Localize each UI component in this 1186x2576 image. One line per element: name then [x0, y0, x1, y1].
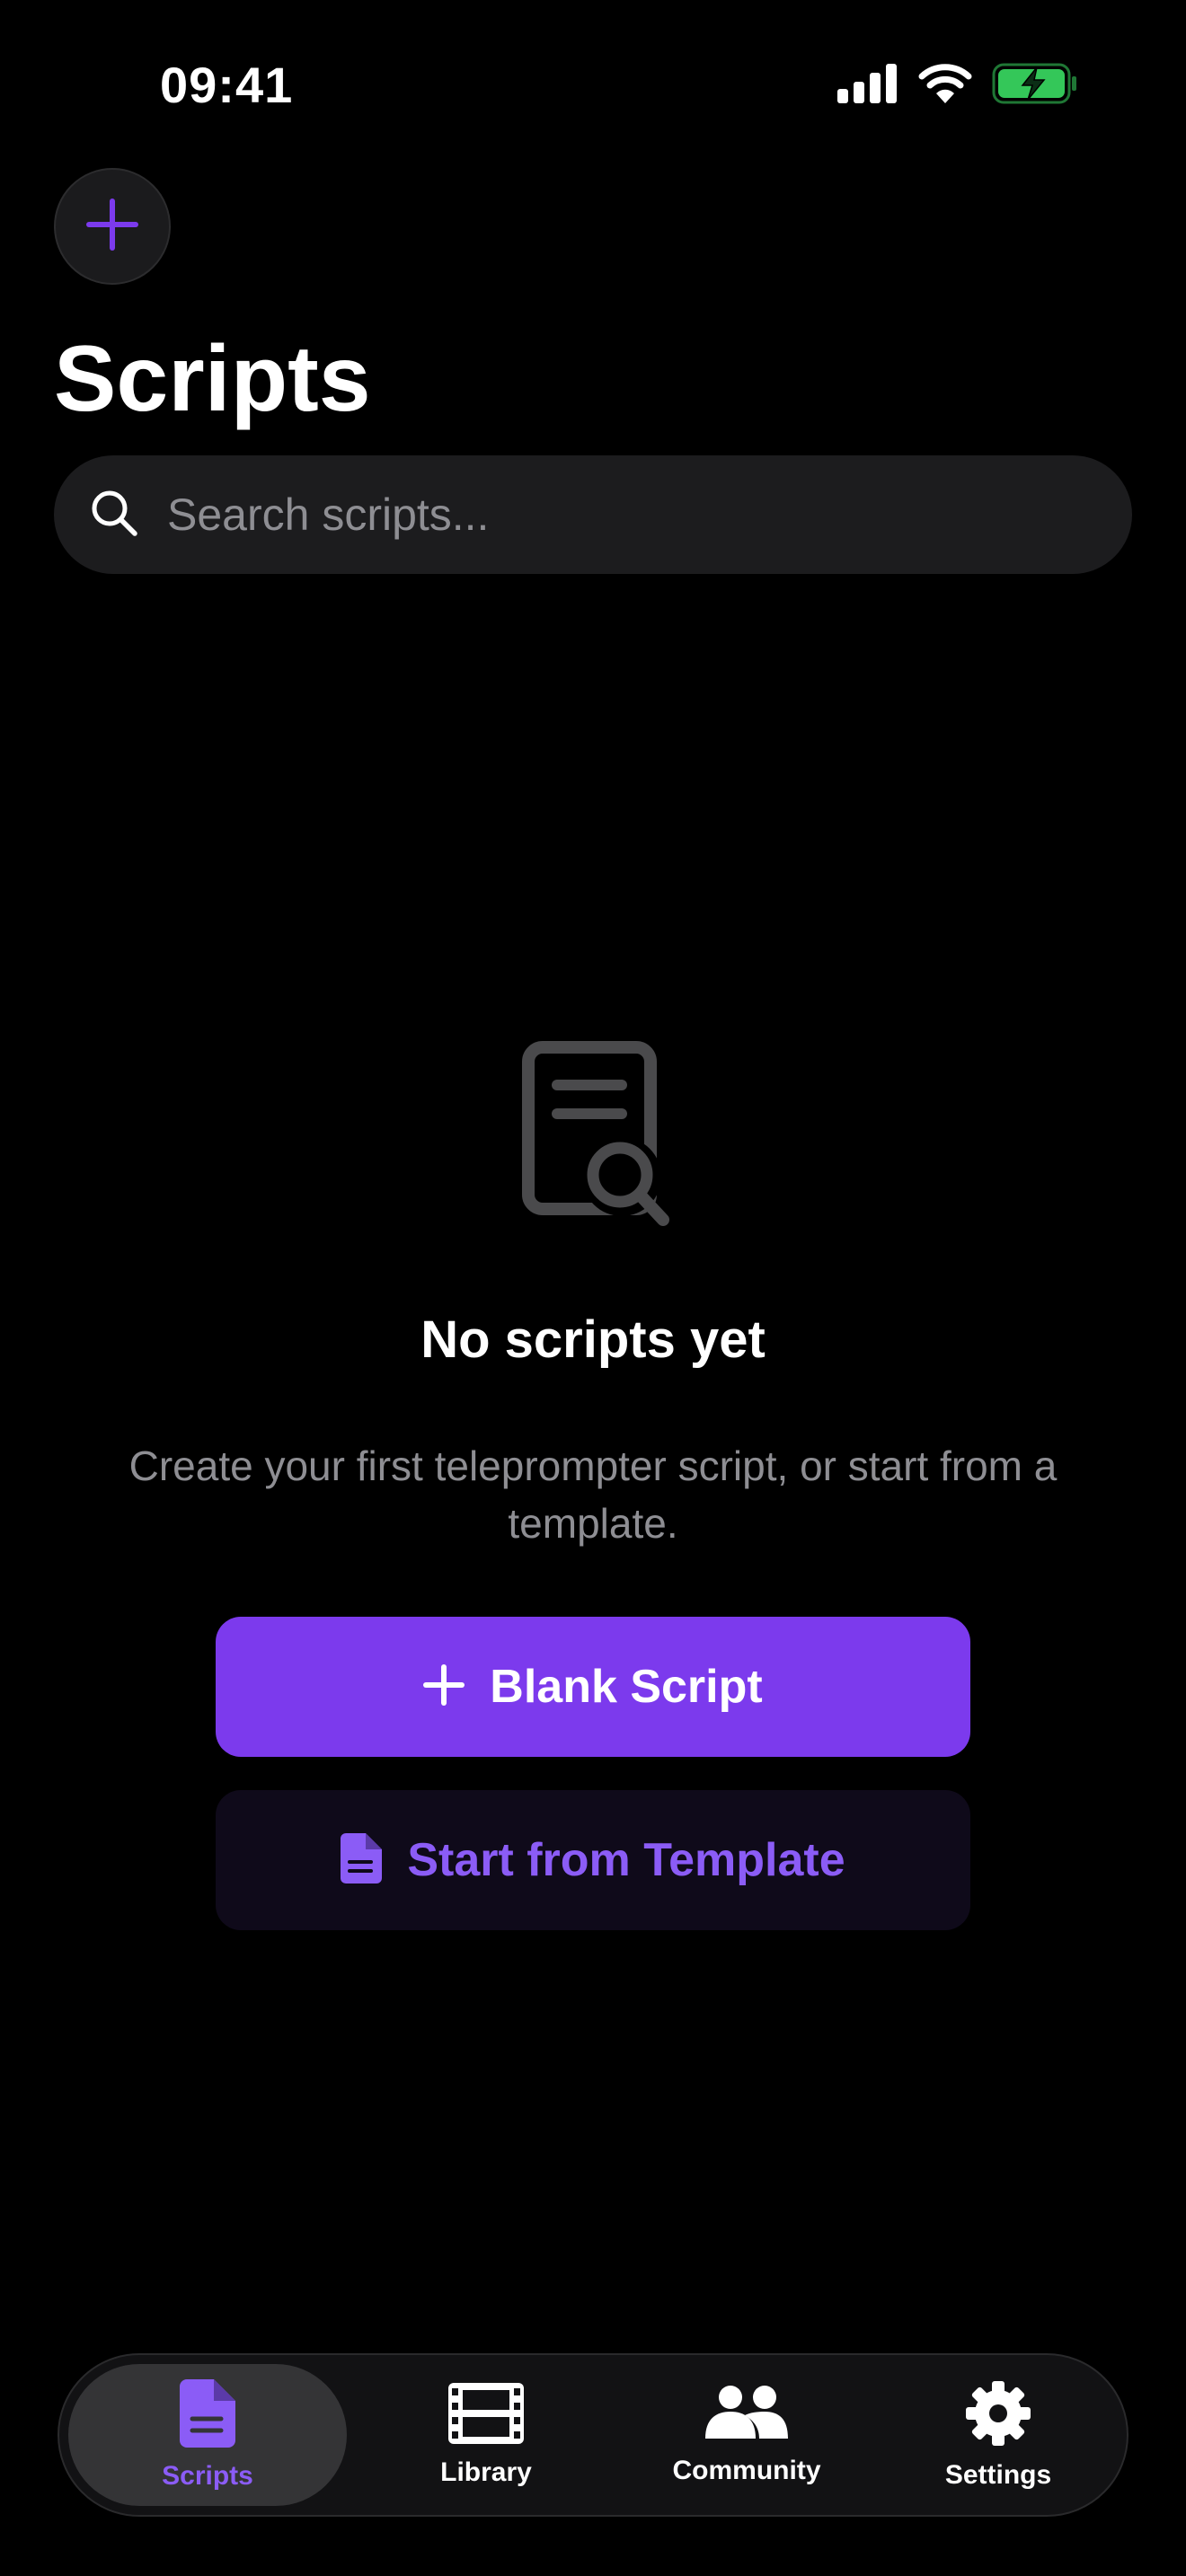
film-icon: [448, 2382, 524, 2448]
tab-label: Community: [672, 2455, 821, 2485]
document-icon: [341, 1832, 383, 1888]
plus-icon: [85, 198, 139, 256]
search-bar[interactable]: [54, 455, 1132, 574]
tab-scripts[interactable]: Scripts: [68, 2364, 347, 2506]
status-icons: [837, 63, 1078, 109]
document-search-icon: [521, 1040, 674, 1229]
empty-state-title: No scripts yet: [420, 1310, 766, 1369]
plus-icon: [423, 1663, 465, 1710]
document-icon: [180, 2378, 235, 2452]
tab-bar: Scripts Library Community Settings: [58, 2353, 1128, 2517]
people-icon: [704, 2385, 790, 2447]
tab-library[interactable]: Library: [356, 2364, 616, 2506]
gear-icon: [965, 2380, 1031, 2451]
wifi-icon: [918, 64, 972, 108]
tab-label: Settings: [944, 2459, 1052, 2490]
tab-community[interactable]: Community: [616, 2364, 877, 2506]
battery-charging-icon: [992, 63, 1078, 109]
search-input[interactable]: [165, 488, 1096, 542]
blank-script-label: Blank Script: [490, 1661, 763, 1713]
page-title: Scripts: [54, 327, 371, 431]
status-bar: 09:41: [0, 0, 1186, 171]
add-script-button[interactable]: [54, 168, 171, 285]
empty-state-subtitle: Create your first teleprompter script, o…: [128, 1442, 1058, 1547]
start-from-template-label: Start from Template: [407, 1834, 845, 1886]
tab-settings[interactable]: Settings: [877, 2364, 1120, 2506]
cellular-signal-icon: [837, 64, 898, 108]
status-time: 09:41: [160, 57, 294, 113]
tab-label: Library: [440, 2457, 532, 2487]
tab-label: Scripts: [162, 2460, 253, 2491]
blank-script-button[interactable]: Blank Script: [216, 1617, 970, 1757]
search-icon: [90, 489, 138, 542]
start-from-template-button[interactable]: Start from Template: [216, 1790, 970, 1930]
